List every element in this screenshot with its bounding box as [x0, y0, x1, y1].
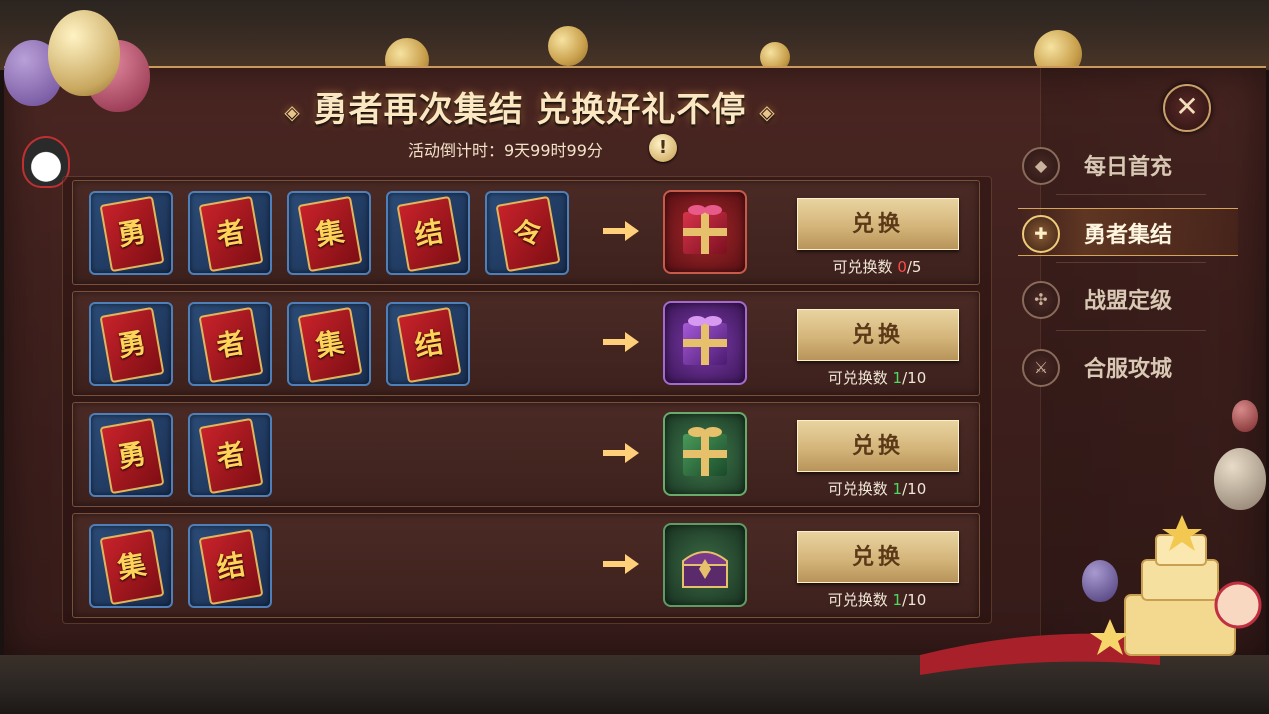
gift-box-shape [683, 434, 727, 476]
birthday-cake-icon [920, 515, 1262, 675]
sidebar-item-hero-assemble[interactable]: ✚ 勇者集结 [1018, 208, 1238, 256]
catapult-icon: ⚔ [1022, 349, 1060, 387]
sidebar-item-server-siege[interactable]: ⚔ 合服攻城 [1018, 343, 1238, 389]
token-card-label: 集 [297, 306, 363, 384]
token-card: 集 [287, 191, 371, 275]
count-current: 1 [892, 480, 903, 498]
exchange-count: 可兑换数 1/10 [797, 478, 957, 499]
token-card: 者 [188, 413, 272, 497]
red-gift-box-icon[interactable] [663, 190, 747, 274]
token-card-label: 勇 [99, 306, 165, 384]
sidebar-item-label: 勇者集结 [1084, 222, 1173, 248]
count-current: 1 [892, 369, 903, 387]
token-card: 令 [485, 191, 569, 275]
diamond-icon: ◆ [1022, 147, 1060, 185]
count-current: 1 [892, 591, 903, 609]
token-card-label: 令 [495, 195, 561, 273]
count-total: /10 [902, 369, 927, 387]
exchange-count: 可兑换数 0/5 [797, 256, 957, 277]
bow-icon [688, 316, 722, 326]
chest-shape [682, 551, 728, 588]
arrow-right-icon [603, 443, 639, 463]
token-card: 勇 [89, 191, 173, 275]
sidebar-item-label: 战盟定级 [1084, 288, 1173, 314]
exchange-row: 勇 者 兑换 可兑换数 1/10 [72, 402, 980, 507]
count-label: 可兑换数 [827, 480, 893, 498]
title-text: 勇者再次集结 兑换好礼不停 [313, 90, 747, 130]
sidebar-item-label: 合服攻城 [1084, 356, 1173, 382]
page-title: ◈ 勇者再次集结 兑换好礼不停 ◈ [250, 82, 810, 130]
exchange-count: 可兑换数 1/10 [797, 367, 957, 388]
token-card: 者 [188, 302, 272, 386]
token-card: 结 [188, 524, 272, 608]
divider [1056, 262, 1206, 263]
countdown-text: 活动倒计时：9天99时99分 [408, 141, 603, 160]
token-card-label: 结 [198, 528, 264, 606]
divider [1056, 194, 1206, 195]
token-card-label: 勇 [99, 195, 165, 273]
count-total: /5 [906, 258, 922, 276]
token-card: 勇 [89, 302, 173, 386]
token-card-label: 结 [396, 195, 462, 273]
balloon-decoration [1214, 448, 1266, 510]
treasure-chest-icon[interactable] [663, 523, 747, 607]
purple-gift-box-icon[interactable] [663, 301, 747, 385]
token-card-label: 集 [297, 195, 363, 273]
emblem-icon: ✣ [1022, 281, 1060, 319]
divider [1056, 330, 1206, 331]
puzzle-icon: ✚ [1022, 215, 1060, 253]
arrow-right-icon [603, 221, 639, 241]
diamond-decor-icon: ◈ [759, 100, 776, 124]
count-total: /10 [902, 480, 927, 498]
token-card: 集 [89, 524, 173, 608]
exchange-row: 勇 者 集 结 兑换 可兑换数 1/10 [72, 291, 980, 396]
token-card-label: 集 [99, 528, 165, 606]
green-gift-box-icon[interactable] [663, 412, 747, 496]
gift-box-shape [683, 212, 727, 254]
token-card: 结 [386, 302, 470, 386]
count-label: 可兑换数 [827, 591, 893, 609]
exchange-button[interactable]: 兑换 [797, 309, 959, 361]
info-icon[interactable]: ! [649, 134, 677, 162]
diamond-decor-icon: ◈ [284, 100, 301, 124]
token-card-label: 者 [198, 306, 264, 384]
coin-decoration [548, 26, 588, 66]
bow-icon [688, 427, 722, 437]
token-card-label: 勇 [99, 417, 165, 495]
exchange-row: 勇 者 集 结 令 兑换 可兑换数 0/5 [72, 180, 980, 285]
token-card-label: 者 [198, 195, 264, 273]
token-card-label: 者 [198, 417, 264, 495]
balloon-decoration [1232, 400, 1258, 432]
token-card: 者 [188, 191, 272, 275]
token-card: 结 [386, 191, 470, 275]
close-button[interactable]: ✕ [1163, 84, 1211, 132]
count-label: 可兑换数 [827, 369, 893, 387]
exchange-button[interactable]: 兑换 [797, 420, 959, 472]
sidebar-item-label: 每日首充 [1084, 154, 1173, 180]
token-card-label: 结 [396, 306, 462, 384]
arrow-right-icon [603, 332, 639, 352]
arrow-right-icon [603, 554, 639, 574]
count-current: 0 [897, 258, 907, 276]
token-card: 勇 [89, 413, 173, 497]
bow-icon [688, 205, 722, 215]
gift-box-shape [683, 323, 727, 365]
sidebar-item-daily-recharge[interactable]: ◆ 每日首充 [1018, 141, 1238, 187]
exchange-row: 集 结 兑换 可兑换数 1/10 [72, 513, 980, 618]
exchange-button[interactable]: 兑换 [797, 198, 959, 250]
balloon-decoration [48, 10, 120, 96]
sidebar-item-alliance-rank[interactable]: ✣ 战盟定级 [1018, 275, 1238, 321]
token-card: 集 [287, 302, 371, 386]
count-label: 可兑换数 [832, 258, 898, 276]
